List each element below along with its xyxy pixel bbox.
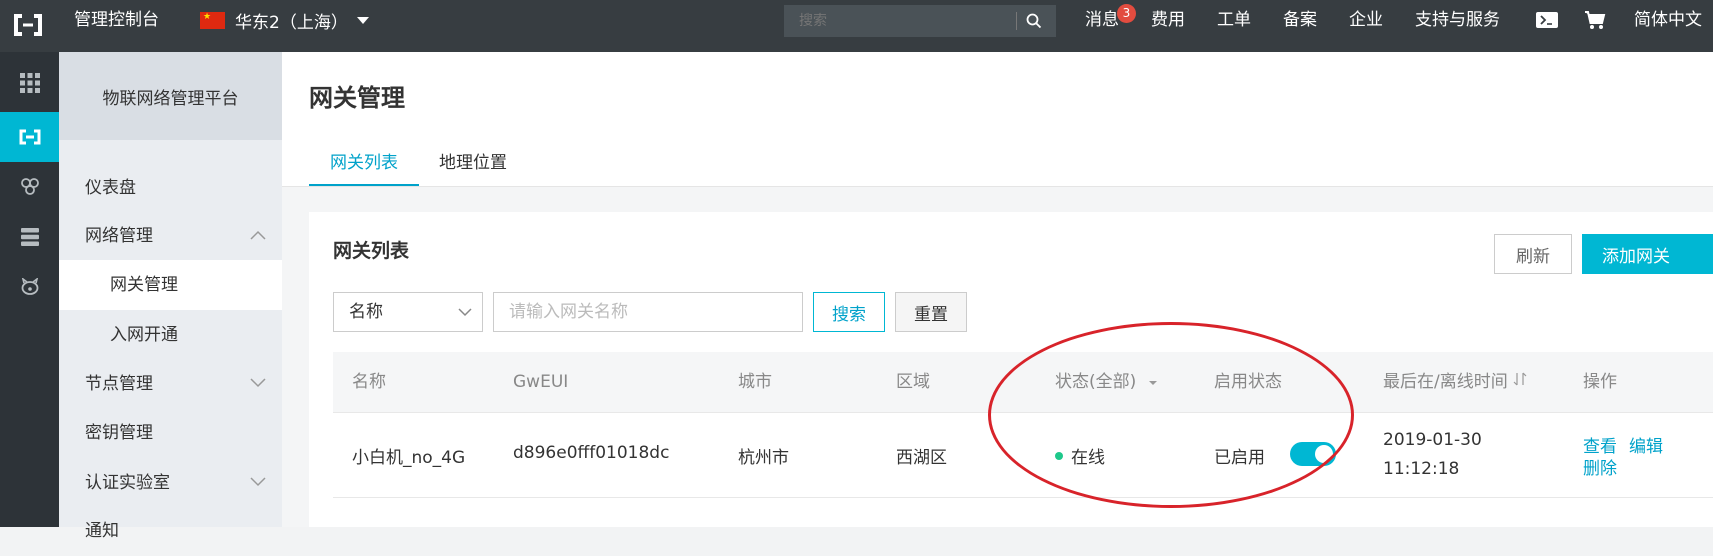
cell-city: 杭州市 [738,448,789,468]
nav-filing[interactable]: 备案 [1283,0,1317,40]
online-status-dot [1055,452,1063,460]
gateway-list-card: 网关列表 刷新 添加网关 名称 搜索 重置 名称 GwEUI 城市 区域 状态(… [309,212,1713,527]
edit-link[interactable]: 编辑 [1629,432,1663,457]
column-header-status: 状态(全部) [1055,372,1137,392]
grid-apps-icon[interactable] [0,58,59,108]
toggle-knob [1315,445,1333,463]
chevron-up-icon [250,230,266,240]
page-title: 网关管理 [309,84,405,112]
china-flag-icon: ★ [200,11,225,29]
sidebar-item-label: 网络管理 [85,226,153,246]
cloud-logo-icon[interactable] [13,13,43,37]
chevron-down-icon [250,477,266,487]
top-search-box [784,5,1056,37]
cell-status: 在线 [1055,443,1105,468]
column-header-city: 城市 [738,372,772,392]
table-row: 小白机_no_4G d896e0fff01018dc 杭州市 西湖区 在线 已启… [333,413,1713,498]
column-header-last-time-sort[interactable]: 最后在/离线时间 [1383,352,1527,412]
column-header-name: 名称 [352,372,386,392]
column-header-status-filter[interactable]: 状态(全部) [1055,352,1158,412]
chevron-down-icon [458,308,472,317]
nav-enterprise[interactable]: 企业 [1349,0,1383,40]
delete-link[interactable]: 删除 [1583,454,1617,479]
search-button[interactable]: 搜索 [813,292,885,332]
status-text: 在线 [1071,448,1105,468]
terminal-icon[interactable] [1536,0,1558,40]
gateway-name-search-input[interactable] [493,292,803,332]
cell-area: 西湖区 [896,448,947,468]
sidebar-item-label: 节点管理 [85,374,153,394]
filter-field-value: 名称 [349,302,383,322]
column-header-last-time: 最后在/离线时间 [1383,372,1508,392]
column-header-gweui: GwEUI [513,372,569,392]
table-header: 名称 GwEUI 城市 区域 状态(全部) 启用状态 最后在/离线时间 操作 [333,352,1713,413]
tab-gateway-list[interactable]: 网关列表 [309,140,419,186]
caret-down-icon [356,16,369,24]
product-icon-bar [0,52,59,527]
cell-gweui: d896e0fff01018dc [513,443,670,463]
search-icon [1026,13,1042,29]
sidebar-item-notifications[interactable]: 通知 [59,506,282,556]
storage-icon[interactable] [0,212,59,262]
region-label: 华东2（上海） [235,12,348,33]
cell-enabled-label: 已启用 [1214,448,1265,468]
add-gateway-button[interactable]: 添加网关 [1582,234,1713,274]
sidebar-item-node-management[interactable]: 节点管理 [59,359,282,409]
column-header-ops: 操作 [1583,372,1617,392]
platform-title: 物联网络管理平台 [59,52,282,140]
top-navigation-bar: 管理控制台 ★ 华东2（上海） 消息 3 费用 工单 备案 企业 支持与服务 [0,0,1713,52]
console-title[interactable]: 管理控制台 [74,0,159,40]
top-search-input[interactable] [784,12,1016,30]
tab-geo-location[interactable]: 地理位置 [439,140,507,186]
page-header: 网关管理 网关列表 地理位置 [282,52,1713,187]
sidebar-item-certification-lab[interactable]: 认证实验室 [59,458,282,508]
cluster-icon[interactable] [0,162,59,212]
enabled-toggle[interactable] [1290,442,1336,466]
filter-caret-icon [1148,381,1157,385]
sidebar-item-label: 认证实验室 [85,473,170,493]
nav-messages-label: 消息 [1085,10,1119,30]
cell-last-date: 2019-01-30 [1383,430,1482,450]
link-wan-icon[interactable] [0,112,59,162]
messages-count-badge: 3 [1117,4,1136,23]
reset-button[interactable]: 重置 [895,292,967,332]
nav-language[interactable]: 简体中文 [1634,0,1702,40]
sidebar-item-key-management[interactable]: 密钥管理 [59,408,282,458]
sidebar-item-network-management[interactable]: 网络管理 [59,211,282,261]
column-header-enabled: 启用状态 [1214,372,1282,392]
column-header-area: 区域 [896,372,930,392]
search-button[interactable] [1017,5,1051,37]
region-selector[interactable]: ★ 华东2（上海） [200,0,369,40]
sidebar-item-gateway-management[interactable]: 网关管理 [59,260,282,310]
card-title: 网关列表 [333,240,410,262]
refresh-button[interactable]: 刷新 [1494,234,1572,274]
sidebar-item-dashboard[interactable]: 仪表盘 [59,163,282,213]
cell-name: 小白机_no_4G [352,448,466,468]
nav-messages[interactable]: 消息 3 [1085,0,1136,40]
nav-fees[interactable]: 费用 [1151,0,1185,40]
sort-icon [1513,372,1527,386]
cell-last-time: 11:12:18 [1383,459,1460,479]
chevron-down-icon [250,378,266,388]
nav-support[interactable]: 支持与服务 [1415,0,1500,40]
filter-field-select[interactable]: 名称 [333,292,483,332]
pig-icon[interactable] [0,262,59,312]
sidebar: 物联网络管理平台 仪表盘 网络管理 网关管理 入网开通 节点管理 密钥管理 认证… [59,52,282,541]
cart-icon[interactable] [1584,0,1606,40]
nav-tickets[interactable]: 工单 [1217,0,1251,40]
main-content: 网关管理 网关列表 地理位置 网关列表 刷新 添加网关 名称 搜索 重置 名称 … [282,52,1713,527]
sidebar-item-network-access[interactable]: 入网开通 [59,310,282,360]
